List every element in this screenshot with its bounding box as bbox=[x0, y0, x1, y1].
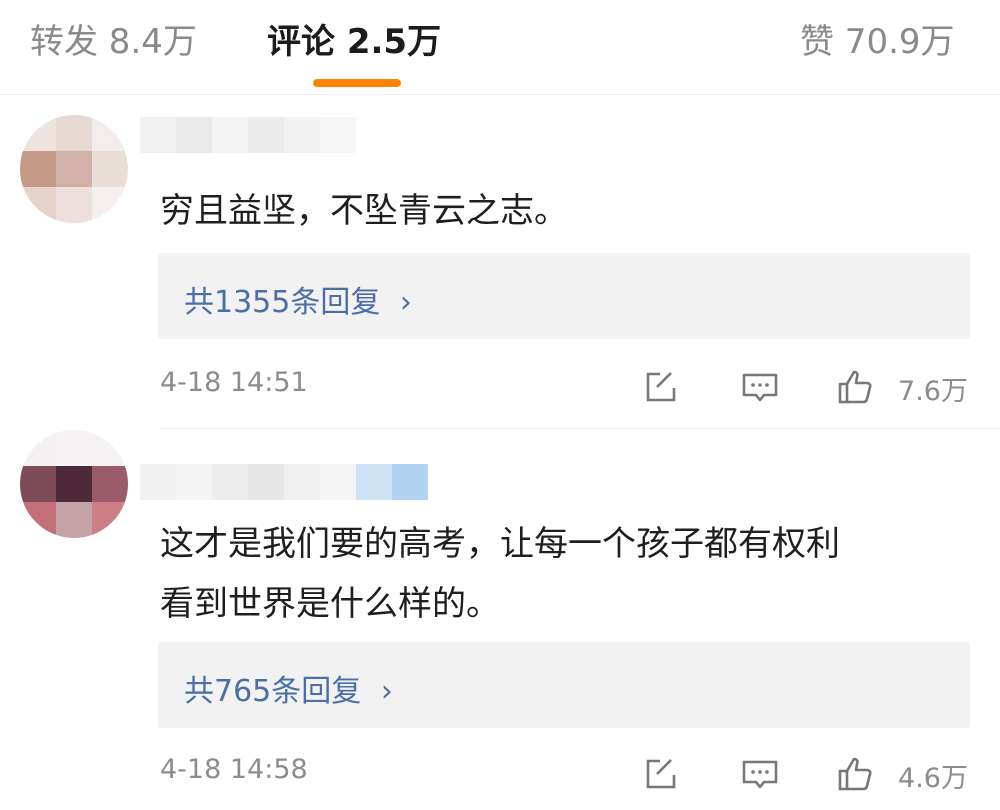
avatar[interactable] bbox=[20, 115, 128, 223]
comment-time: 4-18 14:51 bbox=[160, 367, 308, 398]
active-tab-indicator bbox=[313, 79, 401, 87]
avatar[interactable] bbox=[20, 430, 128, 538]
comment-meta: 4-18 14:51 7.6万 bbox=[160, 367, 970, 407]
comment-item: 这才是我们要的高考，让每一个孩子都有权利 看到世界是什么样的。 共765条回复 … bbox=[0, 430, 1000, 810]
comment-item: 穷且益坚，不坠青云之志。 共1355条回复 › 4-18 14:51 7.6万 bbox=[0, 95, 1000, 425]
share-icon[interactable] bbox=[640, 367, 680, 407]
comment-icon[interactable] bbox=[740, 367, 780, 407]
comment-divider bbox=[160, 428, 1000, 429]
tab-reposts[interactable]: 转发 8.4万 bbox=[30, 14, 197, 63]
like-count: 4.6万 bbox=[898, 763, 968, 794]
tab-bar: 转发 8.4万 评论 2.5万 赞 70.9万 bbox=[0, 0, 1000, 95]
comment-meta: 4-18 14:58 4.6万 bbox=[160, 754, 970, 794]
chevron-right-icon: › bbox=[399, 285, 412, 320]
comment-text: 这才是我们要的高考，让每一个孩子都有权利 看到世界是什么样的。 bbox=[160, 524, 840, 624]
replies-link[interactable]: 共765条回复 › bbox=[184, 666, 393, 710]
comment-text: 穷且益坚，不坠青云之志。 bbox=[160, 191, 568, 231]
like-count: 7.6万 bbox=[898, 376, 968, 407]
like-icon[interactable] bbox=[836, 754, 876, 794]
chevron-right-icon: › bbox=[380, 674, 393, 709]
replies-box[interactable]: 共765条回复 › bbox=[158, 642, 970, 728]
like-icon[interactable] bbox=[836, 367, 876, 407]
comment-icon[interactable] bbox=[740, 754, 780, 794]
comment-time: 4-18 14:58 bbox=[160, 754, 308, 785]
share-icon[interactable] bbox=[640, 754, 680, 794]
replies-box[interactable]: 共1355条回复 › bbox=[158, 253, 970, 339]
tab-likes[interactable]: 赞 70.9万 bbox=[800, 14, 955, 63]
tab-comments[interactable]: 评论 2.5万 bbox=[267, 14, 441, 63]
replies-link[interactable]: 共1355条回复 › bbox=[184, 277, 412, 321]
